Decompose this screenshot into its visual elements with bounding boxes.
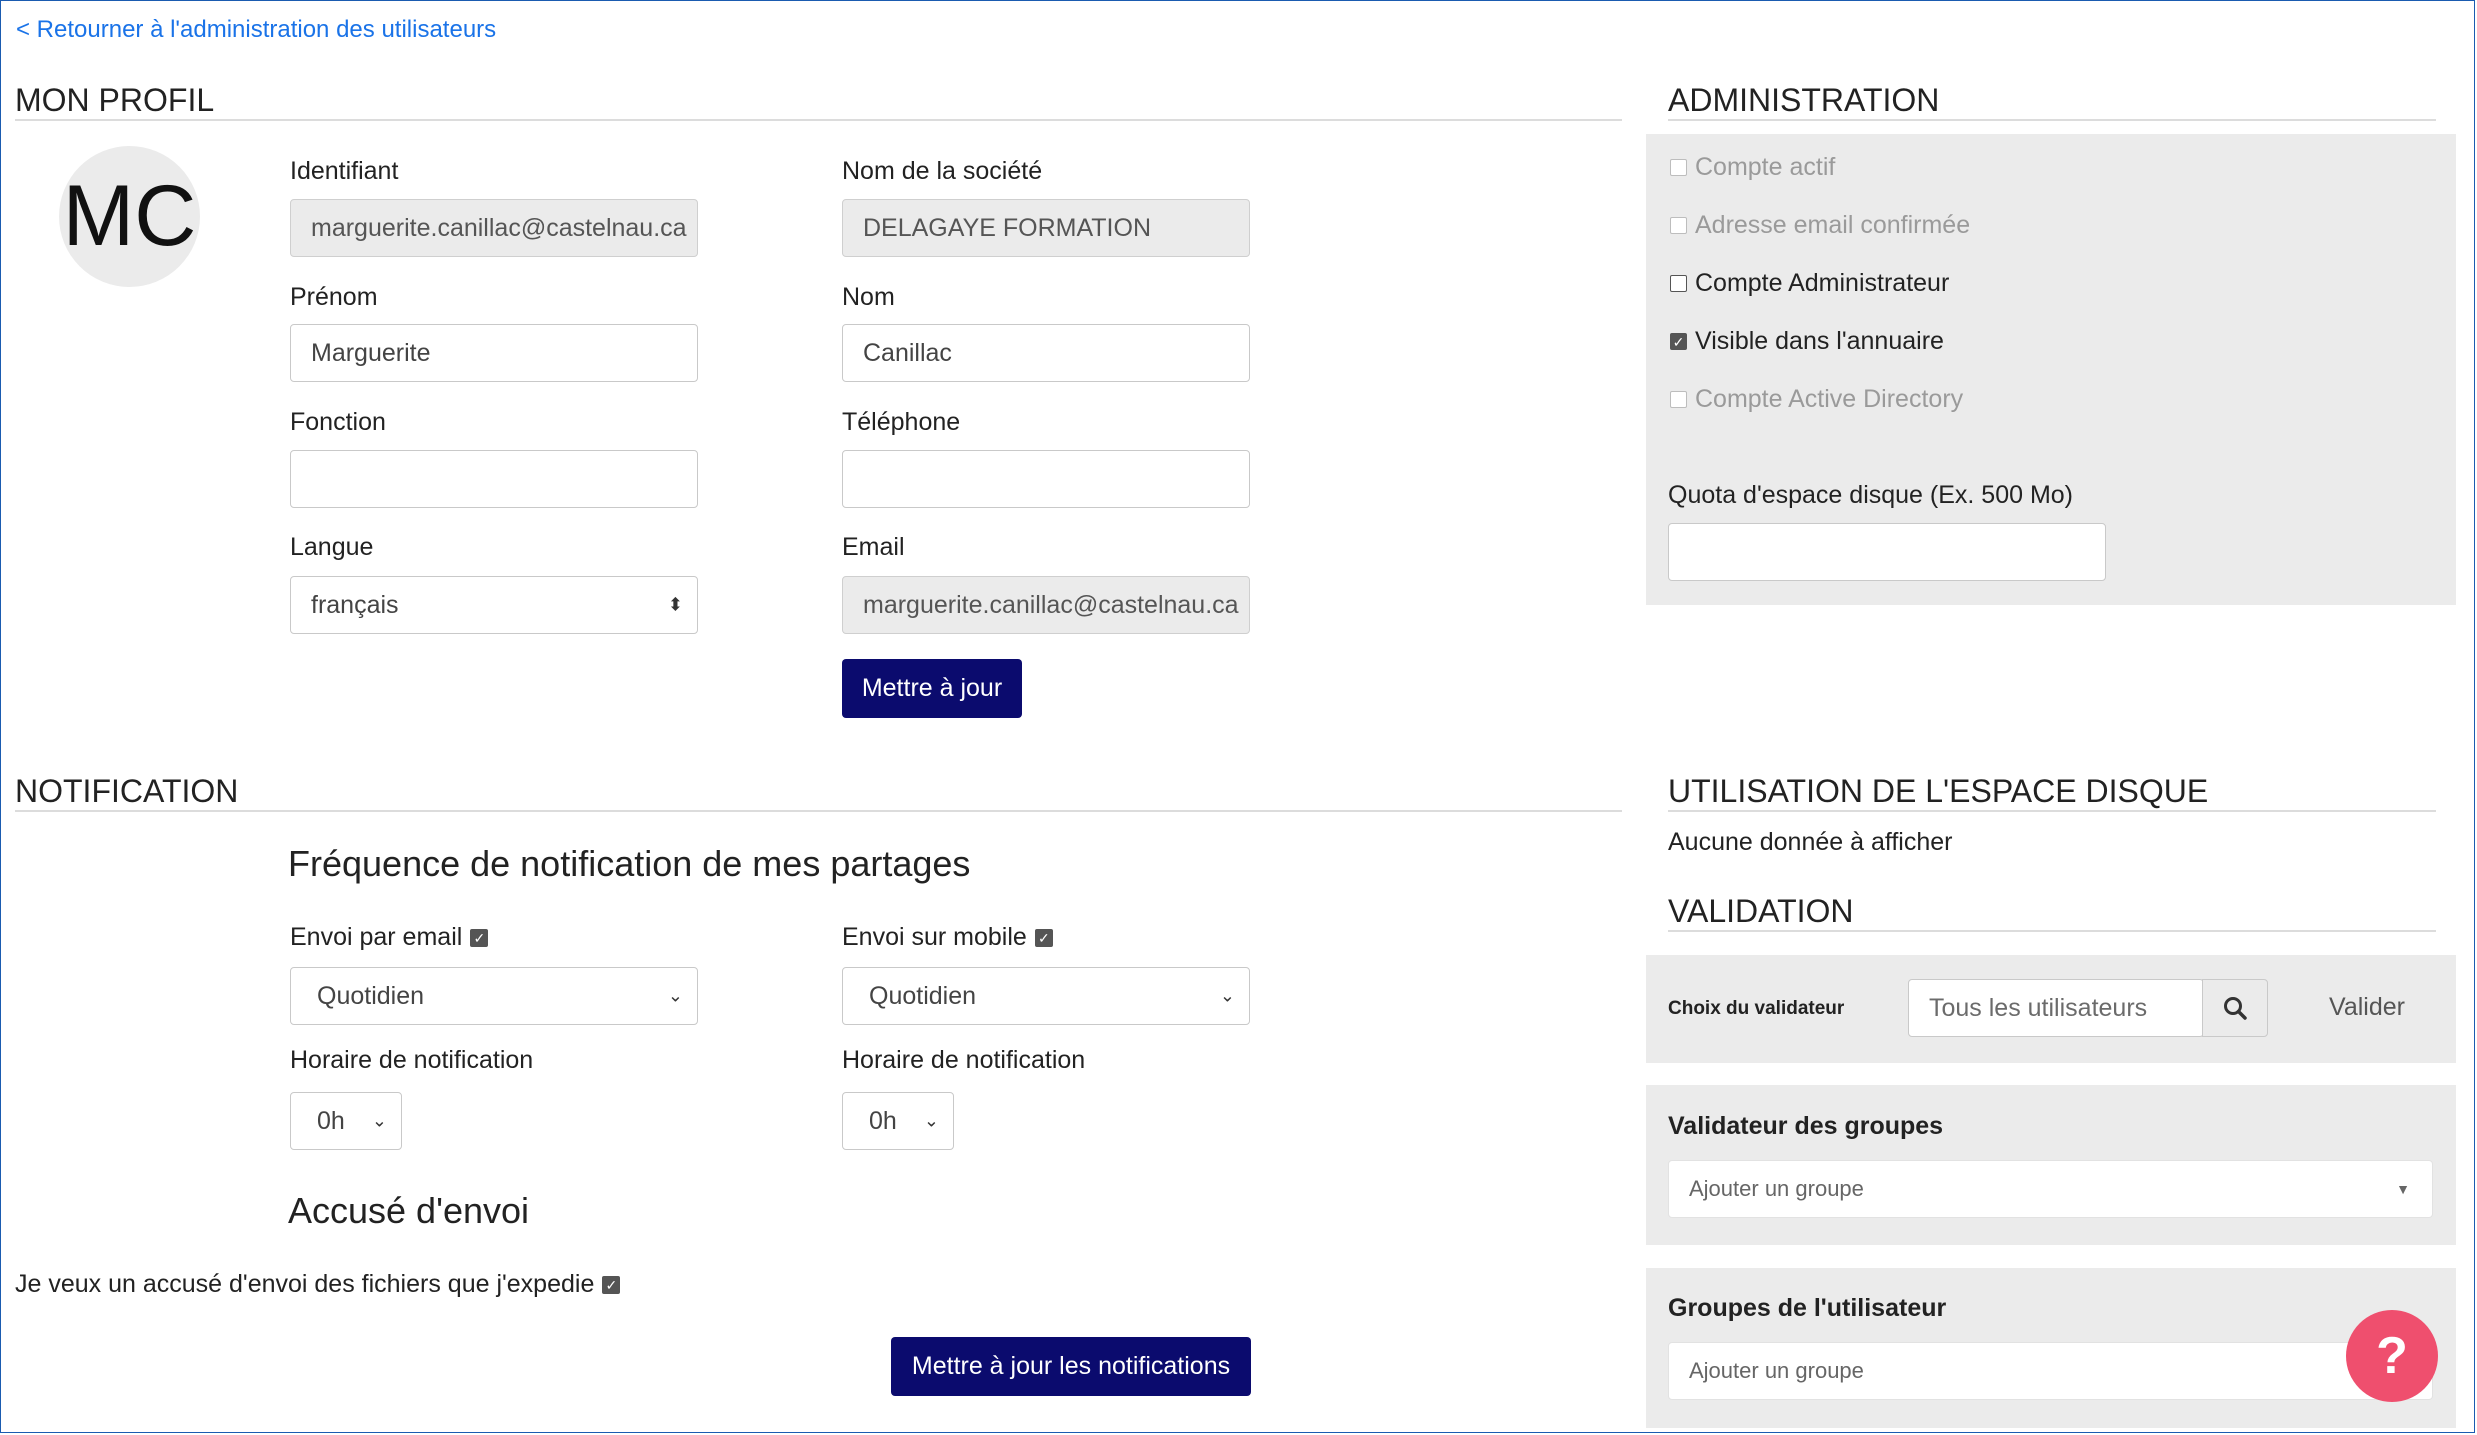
compte-admin-checkbox-row[interactable]: Compte Administrateur — [1670, 269, 1949, 298]
societe-field[interactable]: DELAGAYE FORMATION — [842, 199, 1250, 257]
update-notifications-button[interactable]: Mettre à jour les notifications — [891, 1337, 1251, 1396]
mobile-hour-select[interactable]: 0h ⌄ — [842, 1092, 954, 1150]
validator-label: Choix du validateur — [1668, 998, 1845, 1019]
disk-usage-section-title: UTILISATION DE L'ESPACE DISQUE — [1668, 773, 2209, 809]
user-groups-select[interactable]: Ajouter un groupe — [1668, 1342, 2433, 1400]
prenom-label: Prénom — [290, 283, 378, 311]
avatar: MC — [59, 146, 200, 287]
profile-section-title: MON PROFIL — [15, 82, 215, 118]
help-button[interactable]: ? — [2346, 1310, 2438, 1402]
validation-divider — [1668, 930, 2436, 932]
mobile-frequency-select[interactable]: Quotidien ⌄ — [842, 967, 1250, 1025]
email-hour-value: 0h — [317, 1106, 345, 1135]
administration-divider — [1668, 119, 2436, 121]
up-down-arrows-icon: ⬍ — [667, 594, 683, 615]
langue-value: français — [311, 590, 399, 619]
email-confirmee-checkbox[interactable] — [1670, 217, 1687, 234]
receipt-option: Je veux un accusé d'envoi des fichiers q… — [15, 1270, 621, 1299]
active-directory-checkbox-row[interactable]: Compte Active Directory — [1670, 385, 1963, 414]
receipt-text: Je veux un accusé d'envoi des fichiers q… — [15, 1270, 595, 1298]
user-groups-title: Groupes de l'utilisateur — [1668, 1294, 1947, 1322]
visible-annuaire-checkbox-row[interactable]: ✓ Visible dans l'annuaire — [1670, 327, 1944, 356]
email-send-label: Envoi par email ✓ — [290, 923, 489, 952]
email-frequency-value: Quotidien — [317, 981, 425, 1010]
frequency-heading: Fréquence de notification de mes partage… — [288, 843, 971, 884]
mobile-frequency-value: Quotidien — [869, 981, 977, 1010]
prenom-field[interactable]: Marguerite — [290, 324, 698, 382]
chevron-down-icon: ⌄ — [667, 985, 683, 1006]
notification-section-title: NOTIFICATION — [15, 773, 239, 809]
administration-section-title: ADMINISTRATION — [1668, 82, 1940, 118]
update-profile-button[interactable]: Mettre à jour — [842, 659, 1022, 718]
compte-actif-checkbox[interactable] — [1670, 159, 1687, 176]
validation-section-title: VALIDATION — [1668, 893, 1854, 929]
compte-actif-label: Compte actif — [1695, 153, 1836, 181]
langue-label: Langue — [290, 533, 374, 561]
telephone-field[interactable] — [842, 450, 1250, 508]
nom-label: Nom — [842, 283, 895, 311]
chevron-down-icon: ⌄ — [371, 1110, 387, 1131]
back-to-users-link[interactable]: < Retourner à l'administration des utili… — [16, 16, 496, 44]
societe-label: Nom de la société — [842, 157, 1043, 185]
disk-usage-empty-text: Aucune donnée à afficher — [1668, 828, 1953, 856]
mobile-hour-value: 0h — [869, 1106, 897, 1135]
fonction-label: Fonction — [290, 408, 386, 436]
identifiant-label: Identifiant — [290, 157, 399, 185]
receipt-checkbox[interactable]: ✓ — [602, 1276, 621, 1295]
email-label: Email — [842, 533, 905, 561]
mobile-schedule-label: Horaire de notification — [842, 1046, 1086, 1074]
chevron-down-icon: ⌄ — [1219, 985, 1235, 1006]
compte-actif-checkbox-row[interactable]: Compte actif — [1670, 153, 1835, 182]
mobile-send-text: Envoi sur mobile — [842, 923, 1027, 951]
group-validator-select[interactable]: Ajouter un groupe ▼ — [1668, 1160, 2433, 1218]
caret-down-icon: ▼ — [2396, 1181, 2410, 1197]
disk-usage-divider — [1668, 810, 2436, 812]
profile-divider — [15, 119, 1622, 121]
email-schedule-label: Horaire de notification — [290, 1046, 534, 1074]
telephone-label: Téléphone — [842, 408, 961, 436]
visible-annuaire-label: Visible dans l'annuaire — [1695, 327, 1944, 355]
search-icon — [2224, 997, 2247, 1020]
visible-annuaire-checkbox[interactable]: ✓ — [1670, 333, 1687, 350]
validator-search-input[interactable]: Tous les utilisateurs — [1908, 979, 2204, 1037]
nom-field[interactable]: Canillac — [842, 324, 1250, 382]
email-hour-select[interactable]: 0h ⌄ — [290, 1092, 402, 1150]
email-send-text: Envoi par email — [290, 923, 463, 951]
fonction-field[interactable] — [290, 450, 698, 508]
validator-search-button[interactable] — [2202, 979, 2268, 1037]
notification-divider — [15, 810, 1622, 812]
compte-admin-label: Compte Administrateur — [1695, 269, 1950, 297]
mobile-send-label: Envoi sur mobile ✓ — [842, 923, 1053, 952]
langue-select[interactable]: français ⬍ — [290, 576, 698, 634]
email-confirmee-label: Adresse email confirmée — [1695, 211, 1971, 239]
compte-admin-checkbox[interactable] — [1670, 275, 1687, 292]
quota-label: Quota d'espace disque (Ex. 500 Mo) — [1668, 481, 2074, 509]
email-frequency-select[interactable]: Quotidien ⌄ — [290, 967, 698, 1025]
validate-button[interactable]: Valider — [2329, 993, 2405, 1022]
active-directory-label: Compte Active Directory — [1695, 385, 1964, 413]
active-directory-checkbox[interactable] — [1670, 391, 1687, 408]
receipt-heading: Accusé d'envoi — [288, 1190, 530, 1231]
email-send-checkbox[interactable]: ✓ — [470, 929, 489, 948]
group-validator-placeholder: Ajouter un groupe — [1689, 1176, 1864, 1201]
mobile-send-checkbox[interactable]: ✓ — [1034, 929, 1053, 948]
quota-field[interactable] — [1668, 523, 2106, 581]
group-validator-title: Validateur des groupes — [1668, 1112, 1944, 1140]
user-groups-placeholder: Ajouter un groupe — [1689, 1358, 1864, 1383]
email-confirmee-checkbox-row[interactable]: Adresse email confirmée — [1670, 211, 1970, 240]
email-field[interactable]: marguerite.canillac@castelnau.ca — [842, 576, 1250, 634]
identifiant-field[interactable]: marguerite.canillac@castelnau.ca — [290, 199, 698, 257]
chevron-down-icon: ⌄ — [923, 1110, 939, 1131]
